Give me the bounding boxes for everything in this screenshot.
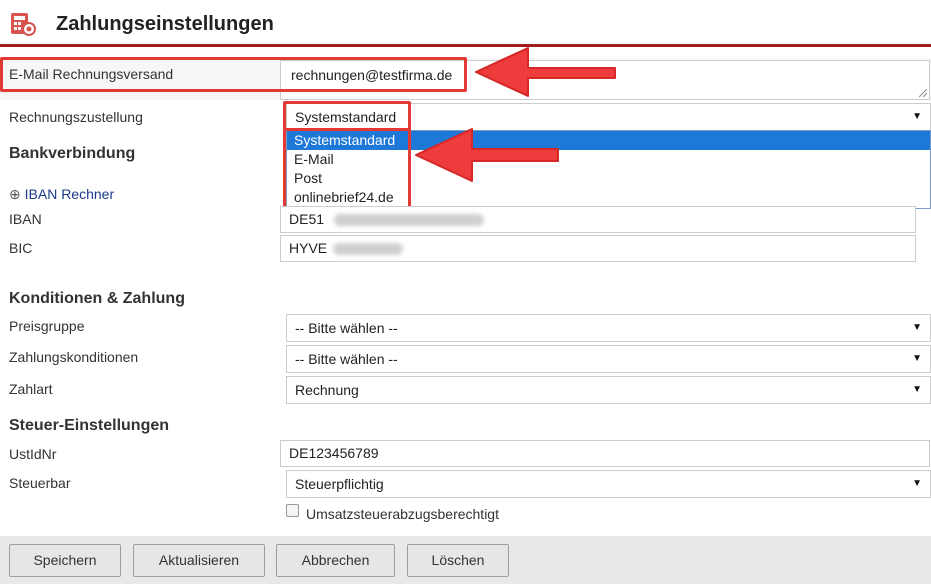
price-group-label: Preisgruppe bbox=[9, 318, 85, 334]
cancel-button[interactable]: Abbrechen bbox=[276, 544, 395, 577]
vat-id-label: UstIdNr bbox=[9, 446, 57, 462]
save-button[interactable]: Speichern bbox=[9, 544, 121, 577]
title-divider bbox=[0, 44, 931, 47]
redacted-iban bbox=[333, 214, 484, 227]
payment-type-value: Rechnung bbox=[295, 382, 359, 398]
bic-value: HYVE bbox=[289, 240, 328, 256]
resize-handle-icon[interactable] bbox=[919, 89, 927, 97]
calculator-icon bbox=[10, 11, 36, 37]
price-group-value: -- Bitte wählen -- bbox=[295, 320, 398, 336]
annotation-arrow-icon bbox=[475, 47, 616, 97]
dropdown-caret-icon: ▼ bbox=[912, 353, 922, 364]
page-title: Zahlungseinstellungen bbox=[56, 13, 274, 35]
taxable-label: Steuerbar bbox=[9, 475, 71, 491]
dropdown-caret-icon: ▼ bbox=[912, 111, 922, 122]
payment-terms-select[interactable]: -- Bitte wählen -- ▼ bbox=[286, 345, 931, 373]
payment-type-select[interactable]: Rechnung ▼ bbox=[286, 376, 931, 404]
iban-input[interactable]: DE51 bbox=[280, 206, 916, 233]
vat-id-input[interactable]: DE123456789 bbox=[280, 440, 930, 467]
price-group-select[interactable]: -- Bitte wählen -- ▼ bbox=[286, 314, 931, 342]
delivery-label: Rechnungszustellung bbox=[9, 109, 143, 125]
vat-id-value: DE123456789 bbox=[289, 445, 379, 461]
dropdown-caret-icon: ▼ bbox=[912, 384, 922, 395]
taxable-select[interactable]: Steuerpflichtig ▼ bbox=[286, 470, 931, 498]
redacted-bic bbox=[333, 243, 404, 256]
taxable-value: Steuerpflichtig bbox=[295, 476, 384, 492]
reverse-charge-checkbox[interactable] bbox=[286, 504, 299, 517]
iban-calculator-link[interactable]: ⊕ IBAN Rechner bbox=[9, 186, 114, 203]
payment-terms-value: -- Bitte wählen -- bbox=[295, 351, 398, 367]
iban-value: DE51 bbox=[289, 211, 325, 227]
plus-circle-icon: ⊕ bbox=[9, 186, 21, 202]
delete-button[interactable]: Löschen bbox=[407, 544, 509, 577]
refresh-button[interactable]: Aktualisieren bbox=[133, 544, 265, 577]
dropdown-caret-icon: ▼ bbox=[912, 322, 922, 333]
bank-heading: Bankverbindung bbox=[9, 145, 136, 162]
dropdown-caret-icon: ▼ bbox=[912, 478, 922, 489]
payment-terms-label: Zahlungskonditionen bbox=[9, 349, 139, 365]
annotation-box-delivery-select bbox=[283, 101, 411, 131]
tax-heading: Steuer-Einstellungen bbox=[9, 417, 170, 434]
bic-input[interactable]: HYVE bbox=[280, 235, 916, 262]
bic-label: BIC bbox=[9, 240, 33, 256]
annotation-box-email bbox=[0, 57, 467, 92]
conditions-heading: Konditionen & Zahlung bbox=[9, 290, 185, 307]
reverse-charge-label: Umsatzsteuerabzugsberechtigt bbox=[306, 506, 499, 522]
annotation-arrow-icon bbox=[415, 128, 559, 182]
iban-label: IBAN bbox=[9, 211, 42, 227]
payment-type-label: Zahlart bbox=[9, 381, 53, 397]
annotation-box-delivery-options bbox=[283, 128, 411, 211]
iban-calculator-label: IBAN Rechner bbox=[24, 186, 115, 202]
